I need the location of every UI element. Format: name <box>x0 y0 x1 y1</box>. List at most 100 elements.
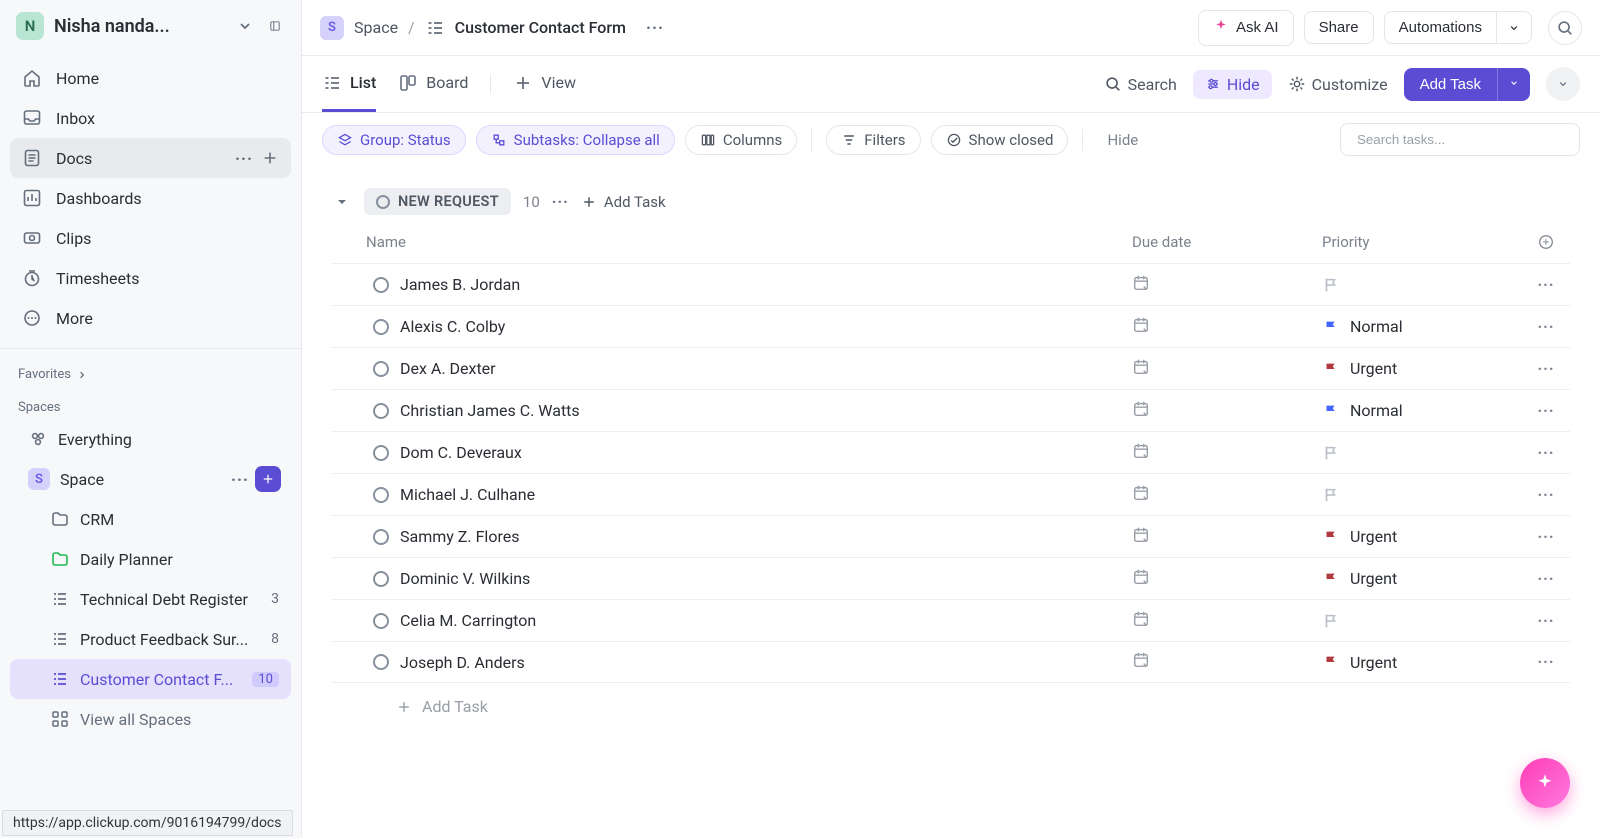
add-column-button[interactable] <box>1522 233 1570 255</box>
task-row[interactable]: Dex A. Dexter Urgent ··· <box>332 347 1570 389</box>
priority-cell[interactable]: Urgent <box>1322 359 1522 378</box>
status-chip[interactable]: NEW REQUEST <box>364 188 511 215</box>
space-add-button[interactable] <box>255 466 281 492</box>
list-item[interactable]: Product Feedback Sur...8 <box>10 619 291 659</box>
task-row[interactable]: James B. Jordan ··· <box>332 263 1570 305</box>
due-date-cell[interactable] <box>1132 484 1322 506</box>
add-task-button[interactable]: Add Task <box>1404 68 1497 101</box>
due-date-cell[interactable] <box>1132 568 1322 590</box>
nav-clips[interactable]: Clips <box>10 218 291 258</box>
status-circle-icon[interactable] <box>373 571 389 587</box>
priority-cell[interactable]: Urgent <box>1322 653 1522 672</box>
col-name[interactable]: Name <box>366 233 1132 255</box>
global-search-button[interactable] <box>1548 11 1582 45</box>
nav-home[interactable]: Home <box>10 58 291 98</box>
due-date-cell[interactable] <box>1132 274 1322 296</box>
nav-timesheets[interactable]: Timesheets <box>10 258 291 298</box>
due-date-cell[interactable] <box>1132 651 1322 673</box>
due-date-cell[interactable] <box>1132 442 1322 464</box>
task-row[interactable]: Joseph D. Anders Urgent ··· <box>332 641 1570 683</box>
task-name[interactable]: Celia M. Carrington <box>396 611 1132 630</box>
favorites-header[interactable]: Favorites <box>0 353 301 386</box>
task-name[interactable]: Dex A. Dexter <box>396 359 1132 378</box>
plus-icon[interactable] <box>261 149 279 167</box>
priority-cell[interactable]: Urgent <box>1322 569 1522 588</box>
status-circle-icon[interactable] <box>373 487 389 503</box>
view-more-button[interactable] <box>1546 67 1580 101</box>
hide-filters-link[interactable]: Hide <box>1097 131 1148 149</box>
nav-inbox[interactable]: Inbox <box>10 98 291 138</box>
due-date-cell[interactable] <box>1132 610 1322 632</box>
task-name[interactable]: Joseph D. Anders <box>396 653 1132 672</box>
add-task-row[interactable]: Add Task <box>332 683 1570 716</box>
priority-cell[interactable] <box>1322 486 1522 504</box>
subtasks-pill[interactable]: Subtasks: Collapse all <box>476 125 675 155</box>
search-tasks-input[interactable]: Search tasks... <box>1340 123 1580 156</box>
task-row[interactable]: Christian James C. Watts Normal ··· <box>332 389 1570 431</box>
add-view-button[interactable]: View <box>513 56 576 112</box>
view-search-button[interactable]: Search <box>1104 75 1177 94</box>
automations-button[interactable]: Automations <box>1384 11 1497 44</box>
task-name[interactable]: Christian James C. Watts <box>396 401 1132 420</box>
row-more-icon[interactable]: ··· <box>1522 360 1570 378</box>
status-circle-icon[interactable] <box>373 277 389 293</box>
status-circle-icon[interactable] <box>373 319 389 335</box>
row-more-icon[interactable]: ··· <box>1522 570 1570 588</box>
tab-board[interactable]: Board <box>398 56 468 112</box>
row-more-icon[interactable]: ··· <box>1522 276 1570 294</box>
status-circle-icon[interactable] <box>373 445 389 461</box>
nav-more-icon[interactable]: ··· <box>235 149 253 168</box>
priority-cell[interactable] <box>1322 276 1522 294</box>
tab-list[interactable]: List <box>322 56 376 112</box>
nav-more[interactable]: More <box>10 298 291 338</box>
priority-cell[interactable]: Urgent <box>1322 527 1522 546</box>
breadcrumb-more-icon[interactable]: ··· <box>646 18 664 37</box>
status-circle-icon[interactable] <box>373 403 389 419</box>
nav-dashboards[interactable]: Dashboards <box>10 178 291 218</box>
group-more-icon[interactable]: ··· <box>552 193 569 211</box>
space-more-icon[interactable]: ··· <box>231 470 249 489</box>
priority-cell[interactable] <box>1322 444 1522 462</box>
space-row[interactable]: S Space ··· <box>10 459 291 499</box>
row-more-icon[interactable]: ··· <box>1522 528 1570 546</box>
collapse-group-icon[interactable] <box>332 192 352 212</box>
list-item[interactable]: CRM <box>10 499 291 539</box>
share-button[interactable]: Share <box>1304 11 1374 44</box>
add-task-dropdown[interactable] <box>1497 68 1530 101</box>
everything-link[interactable]: Everything <box>10 419 291 459</box>
row-more-icon[interactable]: ··· <box>1522 318 1570 336</box>
priority-cell[interactable]: Normal <box>1322 401 1522 420</box>
automations-dropdown[interactable] <box>1497 11 1532 44</box>
list-item[interactable]: Daily Planner <box>10 539 291 579</box>
row-more-icon[interactable]: ··· <box>1522 653 1570 671</box>
col-priority[interactable]: Priority <box>1322 233 1522 255</box>
task-name[interactable]: Michael J. Culhane <box>396 485 1132 504</box>
priority-cell[interactable]: Normal <box>1322 317 1522 336</box>
task-name[interactable]: Dominic V. Wilkins <box>396 569 1132 588</box>
group-add-task[interactable]: Add Task <box>581 193 666 211</box>
space-badge-crumb[interactable]: S <box>320 16 344 40</box>
ask-ai-button[interactable]: Ask AI <box>1198 10 1294 46</box>
collapse-sidebar-icon[interactable] <box>265 16 285 36</box>
row-more-icon[interactable]: ··· <box>1522 402 1570 420</box>
row-more-icon[interactable]: ··· <box>1522 486 1570 504</box>
due-date-cell[interactable] <box>1132 316 1322 338</box>
row-more-icon[interactable]: ··· <box>1522 444 1570 462</box>
breadcrumb-space[interactable]: Space <box>354 18 398 37</box>
status-circle-icon[interactable] <box>373 654 389 670</box>
list-item[interactable]: Customer Contact F...10 <box>10 659 291 699</box>
priority-cell[interactable] <box>1322 612 1522 630</box>
nav-docs[interactable]: Docs··· <box>10 138 291 178</box>
task-row[interactable]: Dominic V. Wilkins Urgent ··· <box>332 557 1570 599</box>
task-row[interactable]: Dom C. Deveraux ··· <box>332 431 1570 473</box>
status-circle-icon[interactable] <box>373 361 389 377</box>
task-name[interactable]: Sammy Z. Flores <box>396 527 1132 546</box>
show-closed-pill[interactable]: Show closed <box>931 125 1069 155</box>
task-name[interactable]: James B. Jordan <box>396 275 1132 294</box>
due-date-cell[interactable] <box>1132 400 1322 422</box>
group-by-pill[interactable]: Group: Status <box>322 125 466 155</box>
ai-fab[interactable] <box>1520 758 1570 808</box>
customize-button[interactable]: Customize <box>1288 75 1388 94</box>
task-name[interactable]: Alexis C. Colby <box>396 317 1132 336</box>
due-date-cell[interactable] <box>1132 526 1322 548</box>
